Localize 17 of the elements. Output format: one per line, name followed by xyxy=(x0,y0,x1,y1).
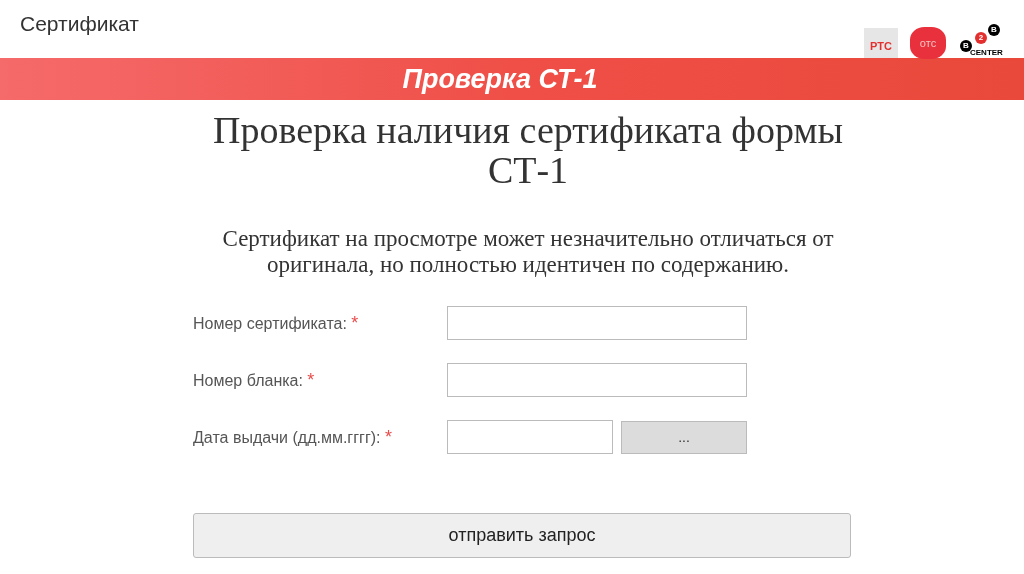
text-field[interactable] xyxy=(447,363,747,397)
field-label: Дата выдачи (дд.мм.гггг): * xyxy=(193,425,393,449)
date-field[interactable] xyxy=(447,420,613,454)
date-picker-button[interactable]: ... xyxy=(621,420,747,454)
submit-button[interactable]: отправить запрос xyxy=(193,513,851,558)
text-field[interactable] xyxy=(447,306,747,340)
field-label: Номер сертификата: * xyxy=(193,311,360,335)
ots-logo: отс xyxy=(910,27,946,59)
banner: Проверка СТ-1 xyxy=(0,58,1024,100)
rts-logo: РТС xyxy=(864,28,898,58)
logo-letter: 2 xyxy=(975,32,987,44)
logo-letter: B xyxy=(988,24,1000,36)
notice-text: Сертификат на просмотре может незначительно отличаться от оригинала, но полностью идентичен по содержанию. xyxy=(221,226,835,278)
page-heading: Проверка наличия сертификата формы СТ-1 xyxy=(212,110,844,190)
logo-text: CENTER xyxy=(970,48,1003,58)
slide-title: Сертификат xyxy=(20,11,139,37)
field-label: Номер бланка: * xyxy=(193,368,316,392)
